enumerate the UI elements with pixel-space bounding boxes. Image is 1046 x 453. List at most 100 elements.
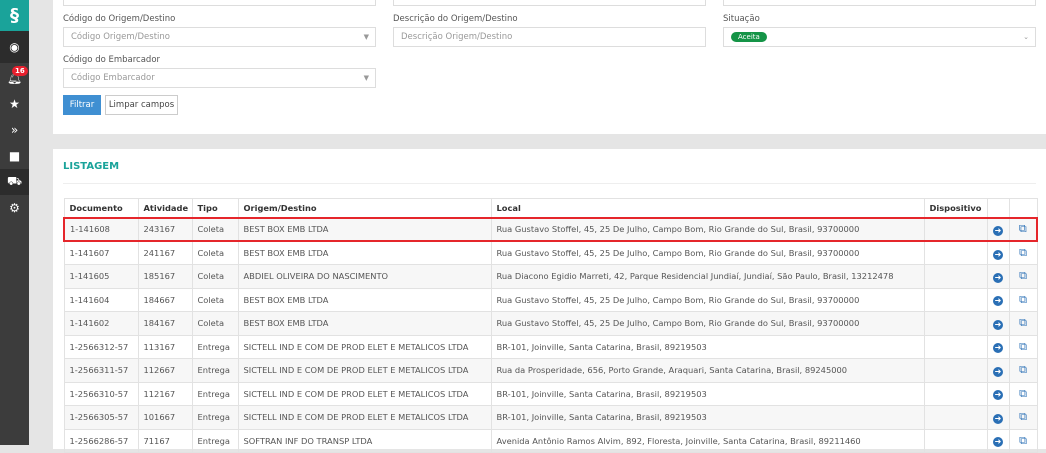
open-action[interactable]: ➜ xyxy=(986,216,1010,242)
windows-restore-icon[interactable]: ⧉ xyxy=(1019,269,1027,282)
col-action-2 xyxy=(1008,198,1038,218)
cell-origem-destino: SOFTRAN INF DO TRANSP LTDA xyxy=(237,428,492,453)
open-action[interactable]: ➜ xyxy=(986,240,1010,265)
gear-icon[interactable]: ⚙ xyxy=(0,195,29,221)
cell-local: BR-101, Joinville, Santa Catarina, Brasi… xyxy=(490,405,925,430)
external-action[interactable]: ⧉ xyxy=(1008,381,1038,406)
origem-descricao-input[interactable]: Descrição Origem/Destino xyxy=(393,27,706,47)
windows-restore-icon[interactable]: ⧉ xyxy=(1019,222,1027,235)
col-documento[interactable]: Documento xyxy=(63,198,139,218)
external-action[interactable]: ⧉ xyxy=(1008,240,1038,265)
arrow-circle-right-icon[interactable]: ➜ xyxy=(993,225,1003,236)
cell-tipo: Coleta xyxy=(191,216,239,242)
cell-dispositivo xyxy=(923,428,988,453)
windows-restore-icon[interactable]: ⧉ xyxy=(1019,316,1027,329)
cell-local: BR-101, Joinville, Santa Catarina, Brasi… xyxy=(490,381,925,406)
open-action[interactable]: ➜ xyxy=(986,334,1010,359)
arrow-circle-right-icon[interactable]: ➜ xyxy=(993,343,1003,354)
col-origem-destino[interactable]: Origem/Destino xyxy=(237,198,492,218)
open-action[interactable]: ➜ xyxy=(986,264,1010,289)
user-icon[interactable]: ◉ xyxy=(0,31,29,63)
cell-tipo: Coleta xyxy=(191,287,239,312)
star-icon[interactable]: ★ xyxy=(0,91,29,117)
situacao-select[interactable]: Aceita ⌄ xyxy=(723,27,1036,47)
external-action[interactable]: ⧉ xyxy=(1008,334,1038,359)
arrow-circle-right-icon[interactable]: ➜ xyxy=(993,366,1003,377)
windows-restore-icon[interactable]: ⧉ xyxy=(1019,246,1027,259)
arrow-circle-right-icon[interactable]: ➜ xyxy=(993,296,1003,307)
windows-restore-icon[interactable]: ⧉ xyxy=(1019,293,1027,306)
cell-tipo: Coleta xyxy=(191,311,239,336)
cell-atividade: 112667 xyxy=(137,358,193,383)
cell-documento: 1-2566305-57 xyxy=(63,405,139,430)
windows-restore-icon[interactable]: ⧉ xyxy=(1019,363,1027,376)
filter-button[interactable]: Filtrar xyxy=(63,95,101,115)
open-action[interactable]: ➜ xyxy=(986,381,1010,406)
cell-atividade: 241167 xyxy=(137,240,193,265)
table-row[interactable]: 1-2566305-57 101667 Entrega SICTELL IND E C… xyxy=(63,405,1038,430)
external-action[interactable]: ⧉ xyxy=(1008,287,1038,312)
table-row[interactable]: 1-2566310-57 112167 Entrega SICTELL IND E C… xyxy=(63,381,1038,406)
table-row[interactable]: 1-141605 185167 Coleta ABDIEL OLIVEIRA DO N… xyxy=(63,264,1038,289)
origem-codigo-select[interactable]: Código Origem/Destino ▼ xyxy=(63,27,376,47)
partial-input[interactable] xyxy=(723,0,1036,6)
cell-tipo: Coleta xyxy=(191,264,239,289)
open-action[interactable]: ➜ xyxy=(986,287,1010,312)
windows-restore-icon[interactable]: ⧉ xyxy=(1019,410,1027,423)
table-row[interactable]: 1-2566286-57 71167 Entrega SOFTRAN INF DO T… xyxy=(63,428,1038,453)
open-action[interactable]: ➜ xyxy=(986,358,1010,383)
col-atividade[interactable]: Atividade xyxy=(137,198,193,218)
cell-documento: 1-2566286-57 xyxy=(63,428,139,453)
external-action[interactable]: ⧉ xyxy=(1008,264,1038,289)
logo-icon[interactable]: § xyxy=(0,0,29,31)
partial-input[interactable] xyxy=(393,0,706,6)
open-action[interactable]: ➜ xyxy=(986,311,1010,336)
table-row[interactable]: 1-2566311-57 112667 Entrega SICTELL IND E C… xyxy=(63,358,1038,383)
cell-atividade: 112167 xyxy=(137,381,193,406)
col-local[interactable]: Local xyxy=(490,198,925,218)
cell-tipo: Entrega xyxy=(191,405,239,430)
table-row[interactable]: 1-141604 184667 Coleta BEST BOX EMB LTDA Rua… xyxy=(63,287,1038,312)
windows-restore-icon[interactable]: ⧉ xyxy=(1019,387,1027,400)
arrow-circle-right-icon[interactable]: ➜ xyxy=(993,437,1003,448)
table-row[interactable]: 1-141602 184167 Coleta BEST BOX EMB LTDA Rua… xyxy=(63,311,1038,336)
external-action[interactable]: ⧉ xyxy=(1008,405,1038,430)
listing-title: LISTAGEM xyxy=(63,161,120,172)
col-tipo[interactable]: Tipo xyxy=(191,198,239,218)
external-action[interactable]: ⧉ xyxy=(1008,358,1038,383)
open-action[interactable]: ➜ xyxy=(986,405,1010,430)
table-row[interactable]: 1-141608 243167 Coleta BEST BOX EMB LTDA Rua… xyxy=(63,216,1038,242)
embarcador-label: Código do Embarcador xyxy=(63,55,161,65)
truck-icon[interactable]: ⛟ xyxy=(0,169,29,195)
external-action[interactable]: ⧉ xyxy=(1008,428,1038,453)
chevrons-right-icon[interactable]: » xyxy=(0,117,29,143)
arrow-circle-right-icon[interactable]: ➜ xyxy=(993,272,1003,283)
cell-tipo: Entrega xyxy=(191,358,239,383)
embarcador-select[interactable]: Código Embarcador ▼ xyxy=(63,68,376,88)
cell-local: BR-101, Joinville, Santa Catarina, Brasi… xyxy=(490,334,925,359)
cell-dispositivo xyxy=(923,381,988,406)
sidebar: § ◉ 🔔︎ 16 ★ » ■ ⛟ ⚙ xyxy=(0,0,29,445)
external-action[interactable]: ⧉ xyxy=(1008,216,1038,242)
cell-tipo: Entrega xyxy=(191,334,239,359)
clear-fields-button[interactable]: Limpar campos xyxy=(105,95,178,115)
situacao-tag[interactable]: Aceita xyxy=(731,32,767,42)
col-dispositivo[interactable]: Dispositivo xyxy=(923,198,988,218)
caret-down-icon: ▼ xyxy=(363,33,369,41)
external-action[interactable]: ⧉ xyxy=(1008,311,1038,336)
open-action[interactable]: ➜ xyxy=(986,428,1010,453)
arrow-circle-right-icon[interactable]: ➜ xyxy=(993,319,1003,330)
bell-icon[interactable]: 🔔︎ 16 xyxy=(0,65,29,91)
arrow-circle-right-icon[interactable]: ➜ xyxy=(993,249,1003,260)
windows-restore-icon[interactable]: ⧉ xyxy=(1019,340,1027,353)
cell-documento: 1-2566312-57 xyxy=(63,334,139,359)
arrow-circle-right-icon[interactable]: ➜ xyxy=(993,390,1003,401)
cell-local: Rua Gustavo Stoffel, 45, 25 De Julho, Ca… xyxy=(490,287,925,312)
partial-input[interactable] xyxy=(63,0,376,6)
arrow-circle-right-icon[interactable]: ➜ xyxy=(993,413,1003,424)
table-row[interactable]: 1-141607 241167 Coleta BEST BOX EMB LTDA Rua… xyxy=(63,240,1038,265)
briefcase-icon[interactable]: ■ xyxy=(0,143,29,169)
table-row[interactable]: 1-2566312-57 113167 Entrega SICTELL IND E C… xyxy=(63,334,1038,359)
origem-descricao-label: Descrição do Origem/Destino xyxy=(393,14,518,24)
placeholder: Código Embarcador xyxy=(71,73,155,83)
